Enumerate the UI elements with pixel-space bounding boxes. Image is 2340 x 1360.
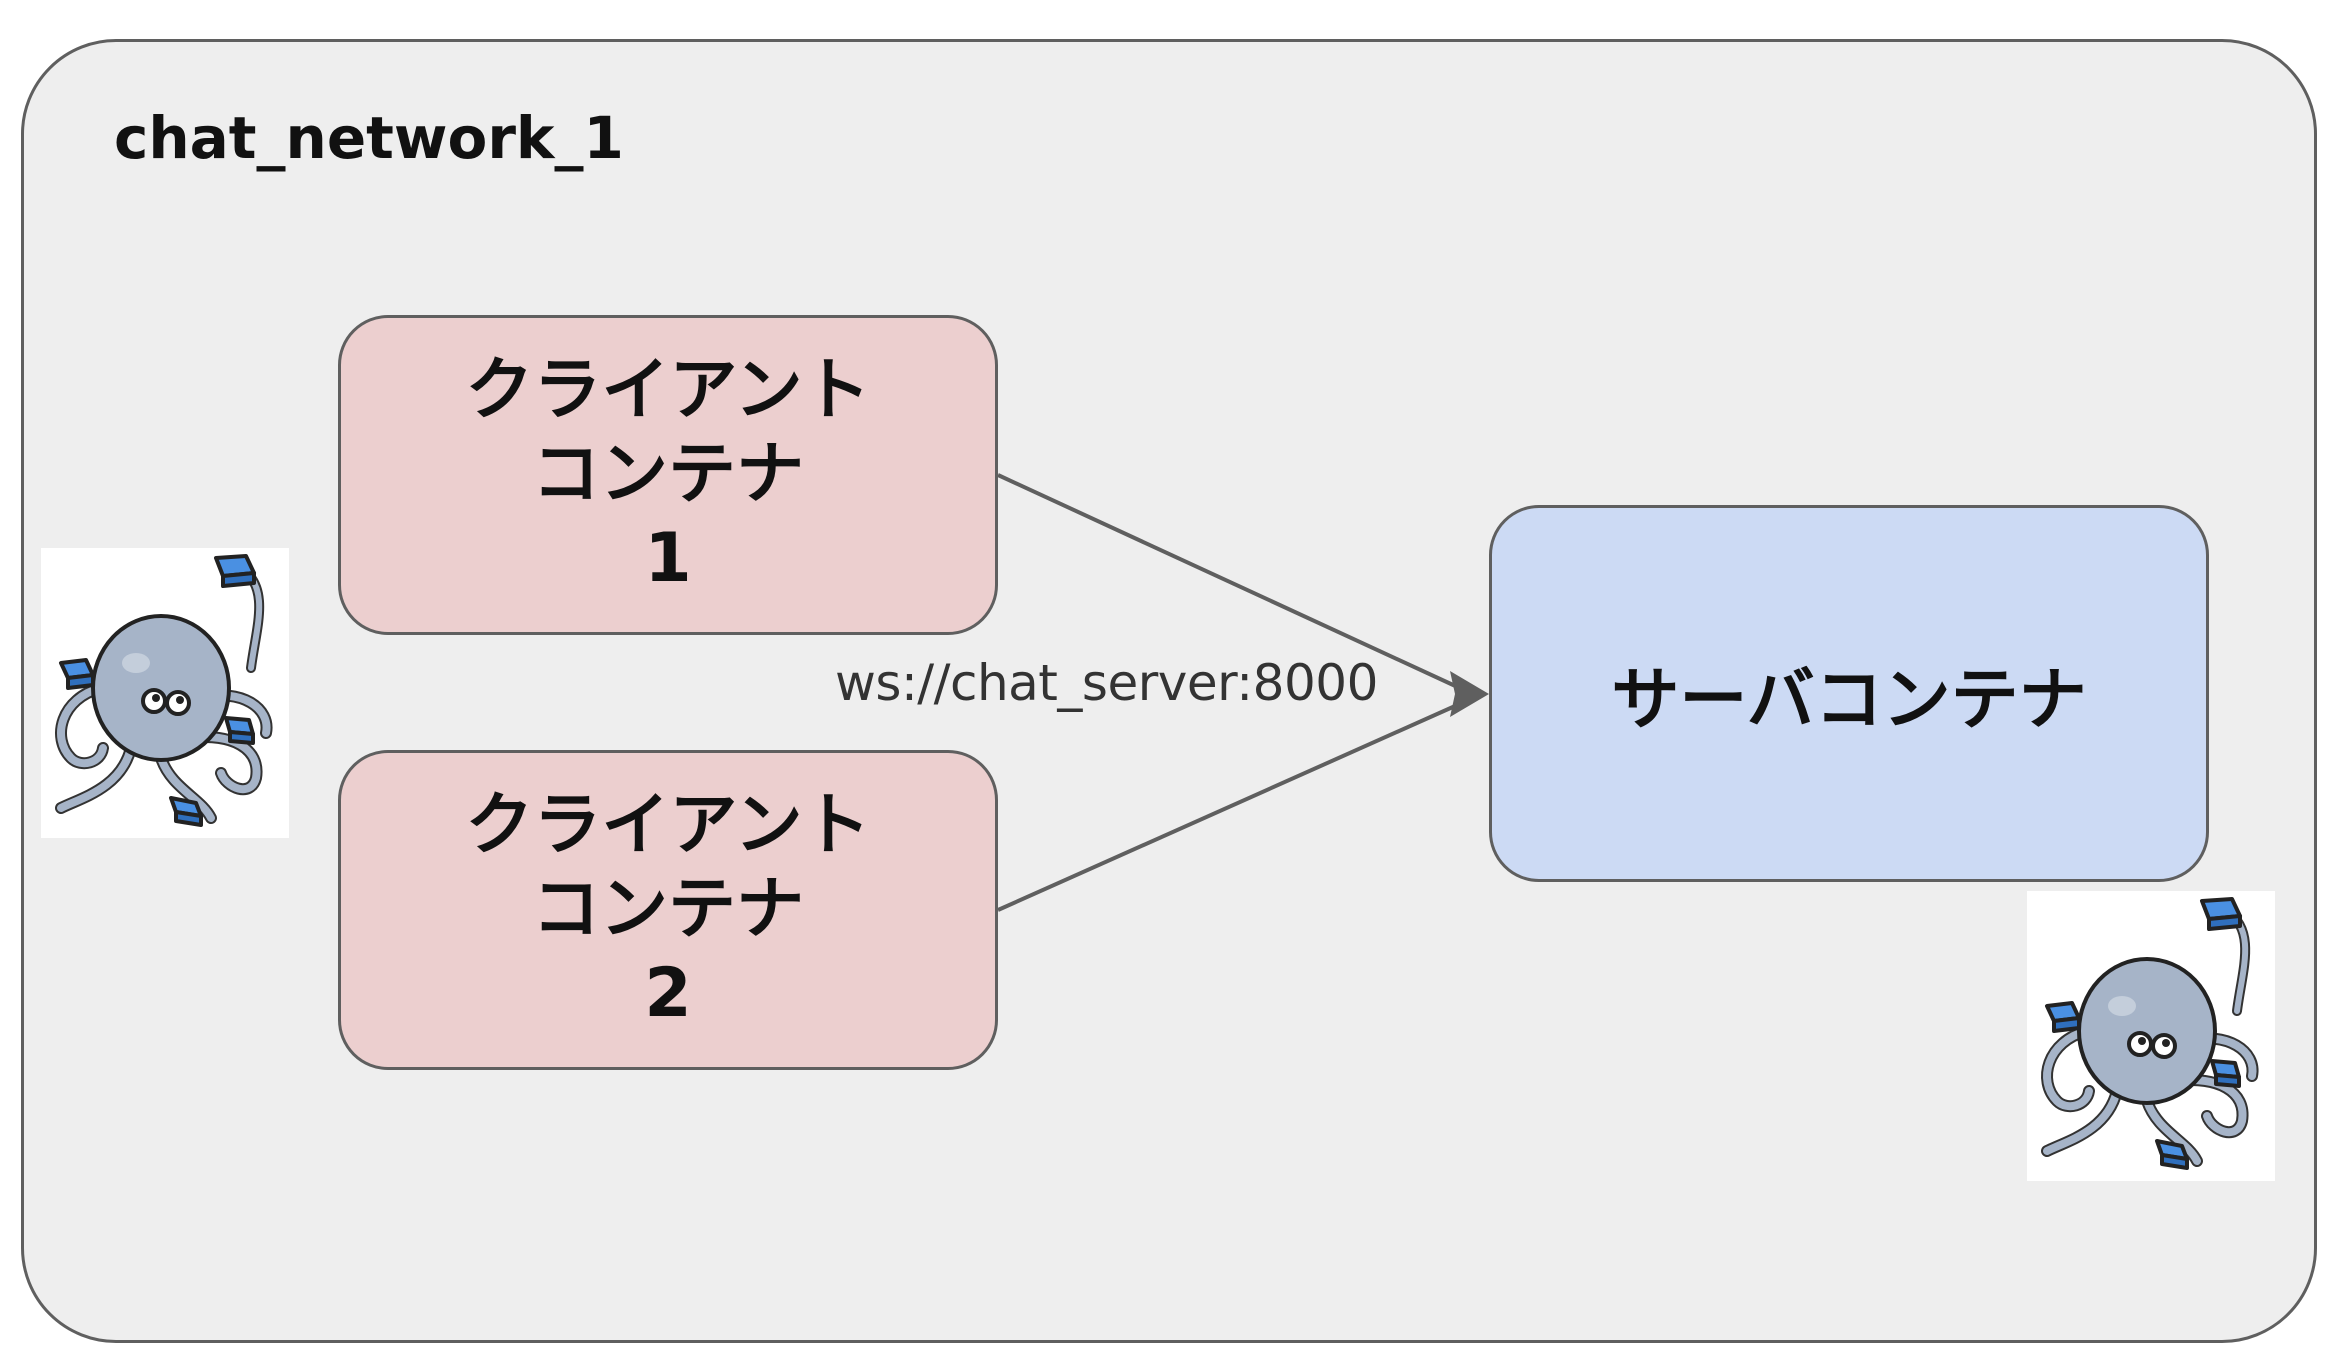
diagram-canvas: chat_network_1 クライアント コンテナ 1 クライアント コンテナ…	[0, 0, 2340, 1360]
server-container: サーバコンテナ	[1489, 505, 2209, 882]
edge-client2-to-server	[997, 700, 1465, 912]
arrowhead-icon	[1450, 671, 1489, 717]
server-label: サーバコンテナ	[1611, 661, 2087, 740]
client-container-2: クライアント コンテナ 2	[338, 750, 998, 1070]
docker-compose-octopus-icon	[2027, 891, 2275, 1181]
docker-compose-octopus-icon	[41, 548, 289, 838]
client-1-label-line-1: クライアント	[465, 351, 871, 430]
client-2-label-line-2: コンテナ	[531, 870, 804, 949]
client-2-label-line-3: 2	[644, 954, 692, 1033]
edge-label: ws://chat_server:8000	[835, 654, 1378, 712]
client-1-label-line-3: 1	[644, 519, 692, 598]
client-2-label-line-1: クライアント	[465, 786, 871, 865]
client-container-1: クライアント コンテナ 1	[338, 315, 998, 635]
client-1-label-line-2: コンテナ	[531, 435, 804, 514]
